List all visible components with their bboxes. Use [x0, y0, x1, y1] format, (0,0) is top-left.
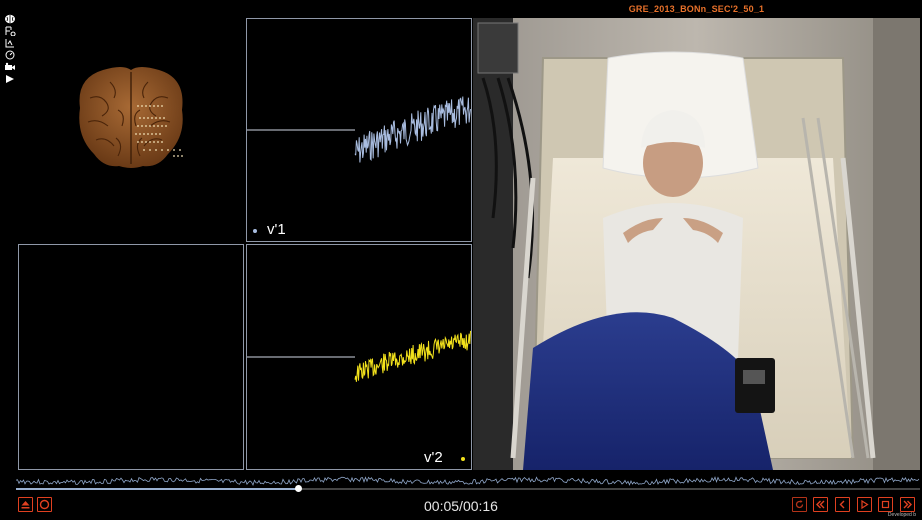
signal-trace-v1	[247, 96, 471, 163]
step-back-button[interactable]	[835, 497, 850, 512]
rewind-button[interactable]	[813, 497, 828, 512]
channel-dot-v2	[461, 457, 465, 461]
signal-trace-v2	[247, 330, 471, 382]
signal-overview-bar[interactable]	[15, 472, 920, 488]
play-triangle-icon	[861, 499, 869, 510]
camera-icon[interactable]	[4, 62, 16, 72]
loop-icon	[795, 500, 804, 509]
stop-button[interactable]	[878, 497, 893, 512]
chevron-left-icon	[839, 500, 845, 509]
side-toolbar	[4, 14, 18, 84]
brain-3d-icon	[79, 67, 183, 168]
play-button[interactable]	[857, 497, 872, 512]
loop-button[interactable]	[792, 497, 807, 512]
graph-icon[interactable]	[4, 38, 16, 48]
fast-forward-button[interactable]	[900, 497, 915, 512]
total-time: 00:16	[462, 498, 498, 514]
play-icon[interactable]	[4, 74, 16, 84]
scene-icon[interactable]	[4, 26, 16, 36]
gauge-icon[interactable]	[4, 50, 16, 60]
double-chevron-right-icon	[903, 500, 912, 509]
empty-panel[interactable]	[18, 244, 244, 470]
stop-square-icon	[881, 500, 890, 509]
developer-credit: Developed b	[887, 512, 916, 518]
current-time: 00:05	[424, 498, 460, 514]
channel-label-v2: v'2	[424, 449, 443, 466]
progress-fill	[16, 488, 299, 490]
signal-panel-v1[interactable]: v'1	[246, 18, 472, 242]
brain-3d-view[interactable]	[18, 18, 244, 240]
patient-video-image	[473, 18, 920, 470]
signal-overview-trace	[15, 476, 920, 487]
channel-label-v1: v'1	[267, 221, 286, 238]
time-display: 00:05/00:16	[0, 498, 922, 514]
double-chevron-left-icon	[816, 500, 825, 509]
channel-dot-v1	[253, 229, 257, 233]
progress-thumb[interactable]	[295, 485, 302, 492]
brain-icon[interactable]	[4, 14, 16, 24]
signal-panel-v2[interactable]: v'2	[246, 244, 472, 470]
video-title: GRE_2013_BONn_SEC'2_50_1	[628, 4, 765, 14]
progress-track[interactable]	[16, 488, 920, 490]
video-frame[interactable]	[473, 18, 920, 470]
